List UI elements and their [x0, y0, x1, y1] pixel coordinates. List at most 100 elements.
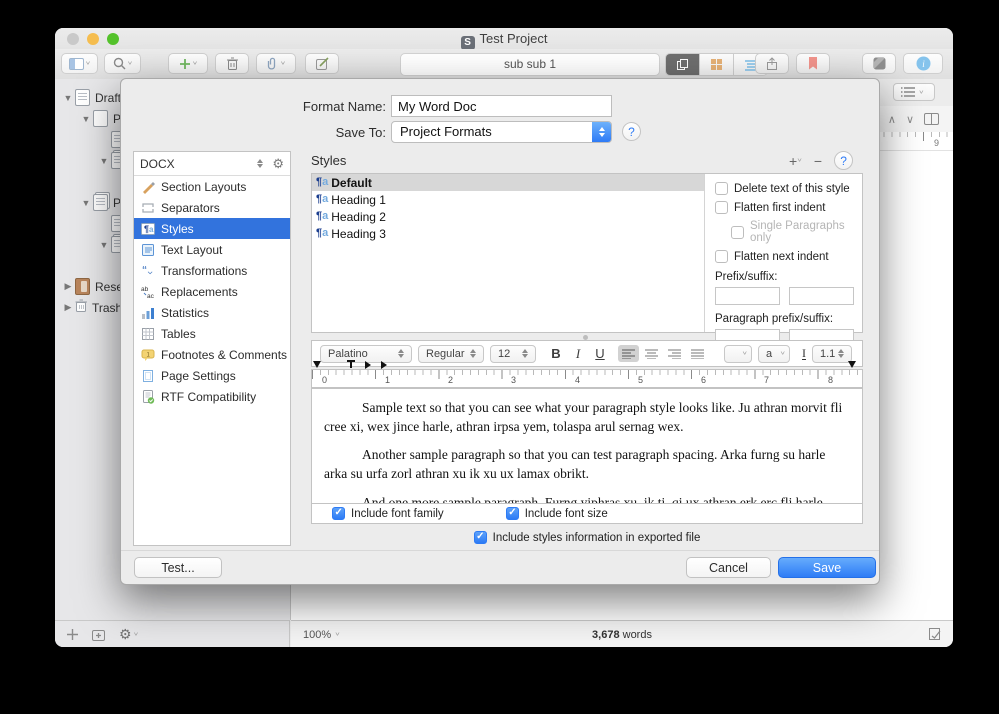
help-button[interactable]: ?	[622, 122, 641, 141]
document-title-field[interactable]: sub sub 1	[400, 53, 660, 76]
checkbox[interactable]	[715, 201, 728, 214]
sidebar-item-rtf-compatibility[interactable]: RTF Compatibility	[134, 386, 290, 407]
add-style-button[interactable]: +˅	[789, 153, 802, 169]
list-format-selector[interactable]: ˅	[724, 345, 752, 363]
style-row-heading3[interactable]: ¶a Heading 3	[312, 225, 704, 242]
share-button[interactable]	[755, 53, 789, 74]
indent-marker[interactable]	[365, 361, 371, 369]
prefix-field[interactable]	[715, 287, 780, 305]
font-style-selector[interactable]: Regular	[418, 345, 484, 363]
corkboard-view-segment[interactable]	[700, 54, 734, 75]
disclosure-triangle-icon[interactable]: ▶	[63, 281, 73, 292]
navigate-forward-icon[interactable]: ∨	[906, 113, 914, 126]
indent-marker[interactable]	[381, 361, 387, 369]
view-mode-segmented-control	[665, 53, 768, 76]
chevron-down-icon: ˅	[86, 60, 91, 67]
separators-icon	[141, 201, 155, 215]
add-folder-icon[interactable]	[92, 628, 105, 641]
share-icon	[766, 57, 778, 71]
compose-icon	[316, 57, 329, 70]
corkboard-icon	[710, 58, 723, 71]
paragraph-style-icon: ¶a	[316, 194, 328, 205]
save-to-popup[interactable]: Project Formats	[391, 121, 612, 143]
compose-button[interactable]	[305, 53, 339, 74]
bold-button[interactable]: B	[548, 346, 564, 361]
popup-stepper-icon	[592, 122, 611, 142]
format-name-input[interactable]	[391, 95, 612, 117]
style-row-heading2[interactable]: ¶a Heading 2	[312, 208, 704, 225]
trash-button[interactable]	[215, 53, 249, 74]
sidebar-item-transformations[interactable]: “ Transformations	[134, 260, 290, 281]
flatten-next-indent-option[interactable]: Flatten next indent	[715, 250, 854, 263]
sidebar-item-tables[interactable]: Tables	[134, 323, 290, 344]
inspector-button[interactable]: i	[903, 53, 943, 74]
checkbox[interactable]	[474, 531, 487, 544]
file-format-selector[interactable]: DOCX ⚙	[134, 152, 290, 176]
gear-icon[interactable]: ⚙	[272, 156, 284, 172]
sidebar-item-page-settings[interactable]: Page Settings	[134, 365, 290, 386]
font-family-selector[interactable]: Palatino	[320, 345, 412, 363]
disclosure-triangle-icon[interactable]: ▼	[81, 198, 91, 208]
list-style-button[interactable]: ˅	[893, 83, 935, 101]
quick-reference-button[interactable]	[862, 53, 896, 74]
toggle-sidebar-button[interactable]: ˅	[61, 53, 98, 74]
first-line-indent-marker[interactable]	[347, 360, 355, 368]
sidebar-item-statistics[interactable]: Statistics	[134, 302, 290, 323]
underline-button[interactable]: U	[592, 346, 608, 361]
checkbox[interactable]	[506, 507, 519, 520]
sidebar-item-replacements[interactable]: abac Replacements	[134, 281, 290, 302]
right-margin-marker[interactable]	[848, 361, 856, 368]
disclosure-triangle-icon[interactable]: ▼	[99, 240, 109, 250]
disclosure-triangle-icon[interactable]: ▶	[63, 302, 73, 313]
align-left-button[interactable]	[618, 345, 639, 362]
add-item-button[interactable]: ˅	[168, 53, 208, 74]
checkbox[interactable]	[715, 182, 728, 195]
bookmark-button[interactable]	[796, 53, 830, 74]
split-view-icon[interactable]	[924, 113, 939, 125]
left-margin-marker[interactable]	[313, 361, 321, 368]
text-color-selector[interactable]: a ˅	[758, 345, 790, 363]
remove-style-button[interactable]: −	[814, 153, 822, 169]
style-row-heading1[interactable]: ¶a Heading 1	[312, 191, 704, 208]
checkbox[interactable]	[332, 507, 345, 520]
save-button[interactable]: Save	[778, 557, 876, 578]
binder-gear-menu[interactable]: ⚙ ˅	[119, 626, 138, 643]
checkbox[interactable]	[715, 250, 728, 263]
disclosure-triangle-icon[interactable]: ▼	[99, 156, 109, 166]
scrivener-window: STest Project ˅ ˅ ˅ ˅ sub sub 1	[55, 28, 953, 647]
list-icon	[901, 87, 915, 97]
cancel-button[interactable]: Cancel	[686, 557, 771, 578]
align-justify-button[interactable]	[687, 345, 708, 362]
chevron-down-icon: ˅	[281, 60, 286, 67]
sidebar-item-styles[interactable]: ¶a Styles	[134, 218, 290, 239]
delete-text-option[interactable]: Delete text of this style	[715, 182, 854, 195]
sample-paragraph: And one more sample paragraph. Furng yip…	[324, 493, 850, 504]
document-view-segment[interactable]	[666, 54, 700, 75]
line-spacing-selector[interactable]: 1.1	[812, 345, 852, 363]
search-button[interactable]: ˅	[104, 53, 141, 74]
append-attach-button[interactable]: ˅	[256, 53, 296, 74]
sidebar-item-separators[interactable]: Separators	[134, 197, 290, 218]
align-right-button[interactable]	[664, 345, 685, 362]
italic-button[interactable]: I	[570, 346, 586, 362]
flatten-first-indent-option[interactable]: Flatten first indent	[715, 201, 854, 214]
sidebar-item-text-layout[interactable]: Text Layout	[134, 239, 290, 260]
sample-text-preview[interactable]: Sample text so that you can see what you…	[311, 388, 863, 504]
sidebar-item-footnotes-comments[interactable]: 1 Footnotes & Comments	[134, 344, 290, 365]
styles-help-button[interactable]: ?	[834, 151, 853, 170]
style-row-default[interactable]: ¶a Default	[312, 174, 704, 191]
disclosure-triangle-icon[interactable]: ▼	[63, 93, 73, 103]
chevron-down-icon: ˅	[919, 88, 924, 95]
navigate-back-icon[interactable]: ∧	[888, 113, 896, 126]
font-size-selector[interactable]: 12	[490, 345, 536, 363]
disclosure-triangle-icon[interactable]: ▼	[81, 114, 91, 124]
style-ruler[interactable]: 0 1 2 3 4 5 6 7 8	[311, 369, 863, 388]
align-center-button[interactable]	[641, 345, 662, 362]
test-button[interactable]: Test...	[134, 557, 222, 578]
info-icon: i	[916, 56, 931, 71]
add-icon[interactable]	[67, 629, 78, 640]
format-name-label: Format Name:	[121, 99, 386, 114]
sidebar-item-section-layouts[interactable]: Section Layouts	[134, 176, 290, 197]
writing-goals-icon[interactable]	[928, 627, 941, 641]
suffix-field[interactable]	[789, 287, 854, 305]
